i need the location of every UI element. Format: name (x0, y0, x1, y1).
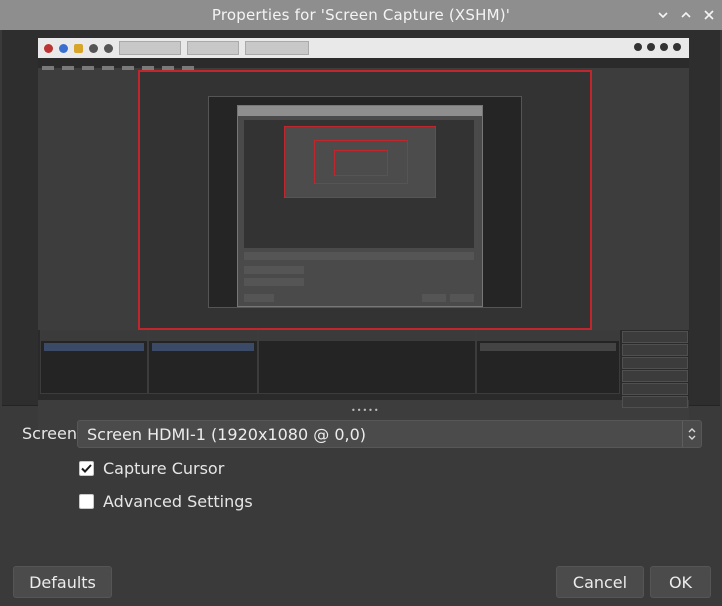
chevron-up-icon[interactable] (679, 8, 693, 22)
checkbox-checked-icon[interactable] (79, 461, 94, 476)
updown-arrows-icon (682, 421, 701, 447)
window-titlebar: Properties for 'Screen Capture (XSHM)' (0, 0, 722, 30)
preview-nested-window (208, 96, 522, 308)
defaults-button[interactable]: Defaults (13, 566, 112, 598)
window-title: Properties for 'Screen Capture (XSHM)' (211, 6, 511, 24)
preview-taskbar (38, 38, 689, 58)
window-controls (656, 0, 716, 30)
cancel-button[interactable]: Cancel (556, 566, 644, 598)
capture-cursor-checkbox[interactable]: Capture Cursor (79, 459, 224, 478)
preview-docks (38, 330, 689, 408)
advanced-settings-checkbox[interactable]: Advanced Settings (79, 492, 253, 511)
preview-capture-frame (138, 70, 592, 330)
capture-preview (2, 30, 720, 438)
checkbox-unchecked-icon[interactable] (79, 494, 94, 509)
preview-menubar (38, 58, 689, 70)
advanced-settings-label: Advanced Settings (103, 492, 253, 511)
ok-button[interactable]: OK (650, 566, 711, 598)
screen-select-value: Screen HDMI-1 (1920x1080 @ 0,0) (87, 424, 367, 444)
splitter-handle[interactable]: ••••• (351, 406, 380, 415)
preview-nested-dialog (237, 105, 483, 307)
close-icon[interactable] (702, 8, 716, 22)
screen-select[interactable]: Screen HDMI-1 (1920x1080 @ 0,0) (77, 420, 702, 448)
capture-cursor-label: Capture Cursor (103, 459, 225, 478)
chevron-down-icon[interactable] (656, 8, 670, 22)
preview-desktop-image (38, 38, 689, 438)
screen-label: Screen (22, 424, 78, 443)
